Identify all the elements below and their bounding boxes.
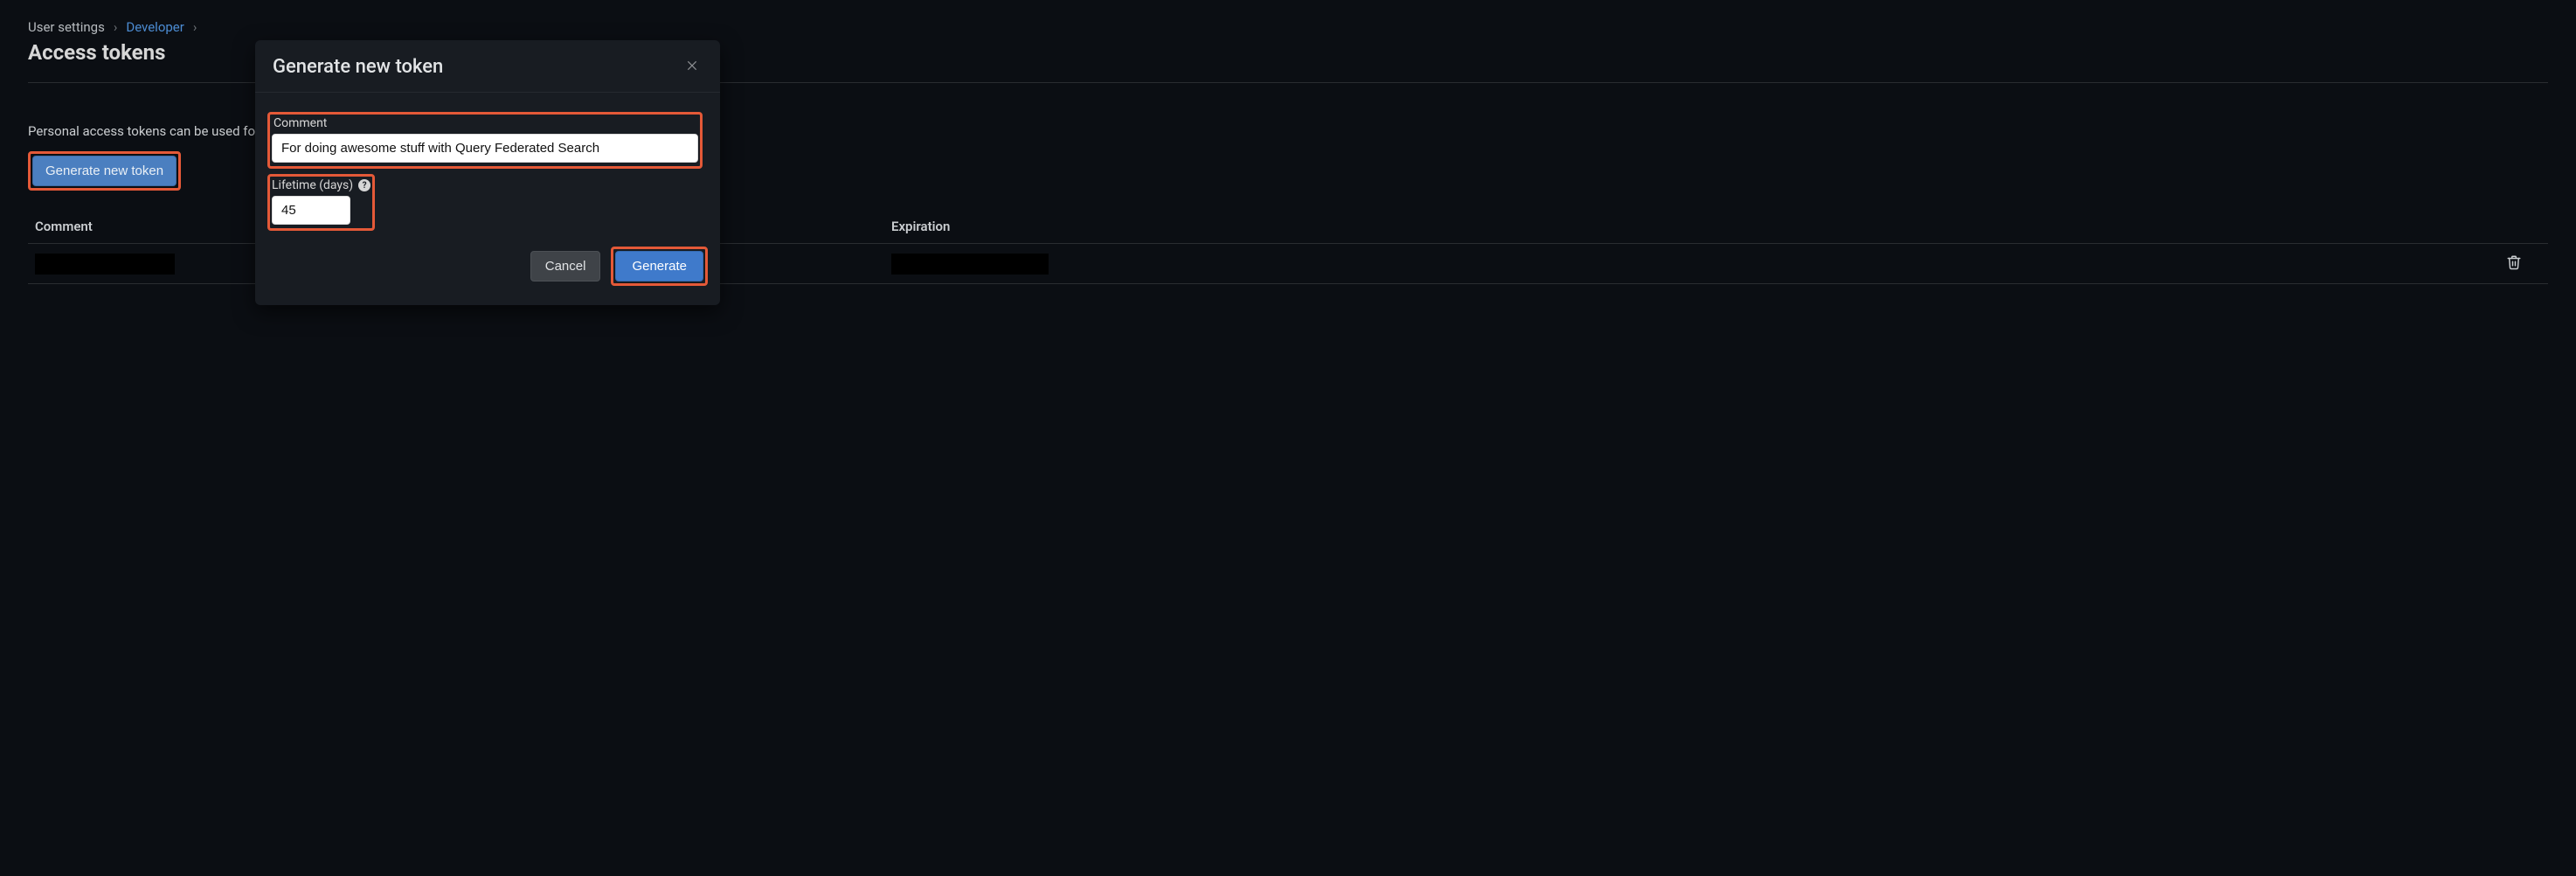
help-icon[interactable]: ? (358, 179, 370, 191)
modal-body: Comment Lifetime (days) ? (255, 93, 720, 241)
lifetime-label-text: Lifetime (days) (272, 178, 353, 192)
generate-button[interactable]: Generate (615, 251, 703, 282)
generate-token-modal: Generate new token Comment Lifetime (day… (255, 40, 720, 305)
generate-new-token-button[interactable]: Generate new token (32, 156, 177, 186)
close-icon (686, 59, 698, 74)
table-cell-actions (2503, 251, 2541, 276)
highlight-box-generate: Generate (611, 247, 708, 286)
redacted-expiration (891, 254, 1049, 275)
trash-icon (2506, 254, 2522, 273)
breadcrumb: User settings › Developer › (28, 19, 2548, 35)
comment-input[interactable] (272, 134, 698, 163)
breadcrumb-separator: › (114, 19, 118, 35)
highlight-box-lifetime: Lifetime (days) ? (267, 174, 375, 231)
modal-close-button[interactable] (682, 57, 703, 78)
comment-field-label: Comment (272, 116, 698, 130)
modal-actions: Cancel Generate (255, 241, 720, 305)
table-header-expiration: Expiration (891, 219, 2503, 234)
breadcrumb-item-developer[interactable]: Developer (126, 19, 184, 35)
delete-token-button[interactable] (2503, 251, 2525, 276)
table-header-actions (2503, 219, 2541, 234)
lifetime-input[interactable] (272, 196, 350, 225)
breadcrumb-separator: › (193, 19, 197, 35)
modal-title: Generate new token (273, 56, 443, 78)
breadcrumb-item-user-settings[interactable]: User settings (28, 19, 105, 35)
cancel-button[interactable]: Cancel (530, 251, 601, 282)
table-cell-expiration (891, 254, 2503, 275)
page-root: User settings › Developer › Access token… (0, 0, 2576, 319)
redacted-comment (35, 254, 175, 275)
modal-header: Generate new token (255, 40, 720, 93)
highlight-box-comment: Comment (267, 112, 703, 169)
highlight-box-generate-new-token: Generate new token (28, 151, 181, 191)
lifetime-field-label: Lifetime (days) ? (272, 178, 370, 192)
